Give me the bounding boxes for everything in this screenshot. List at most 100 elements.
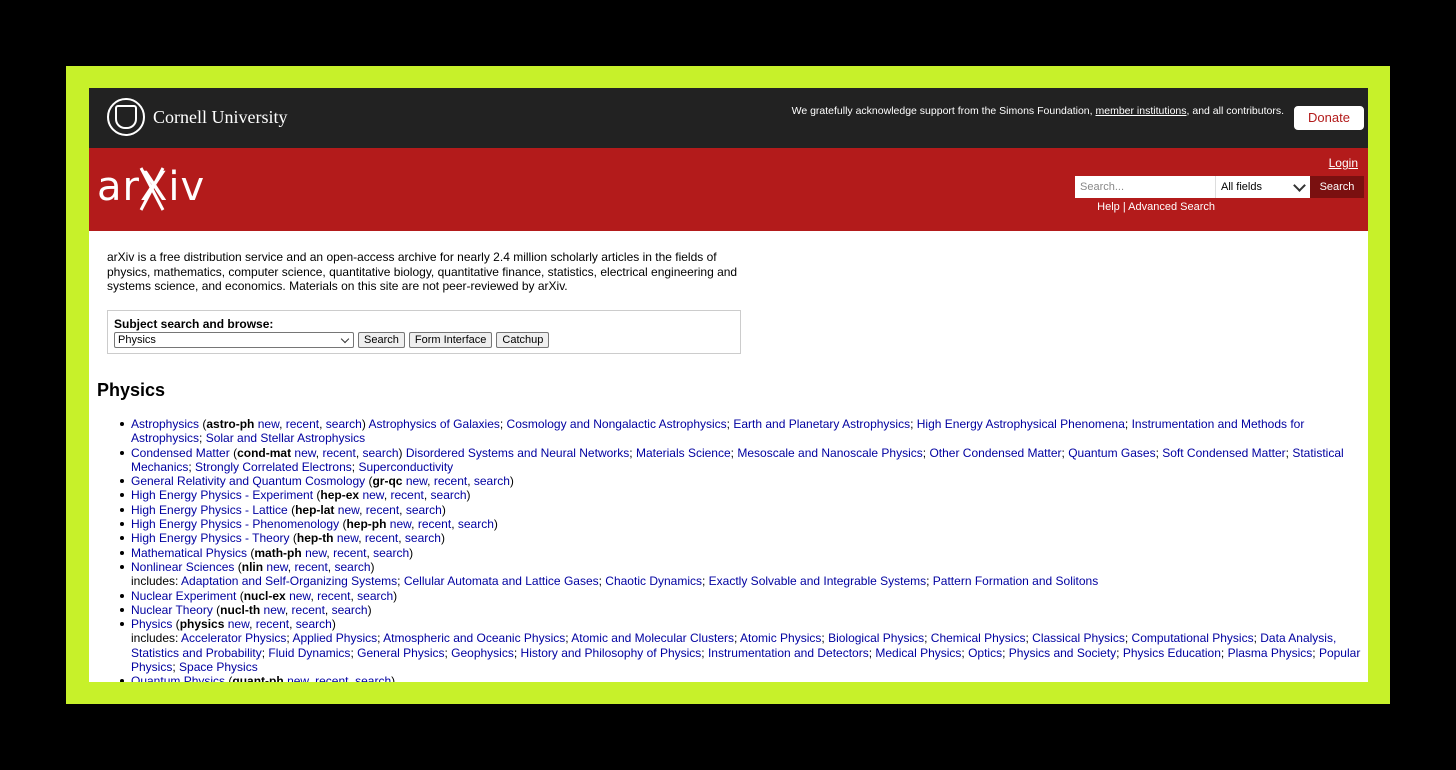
- subcategory-link[interactable]: Cellular Automata and Lattice Gases: [404, 574, 599, 588]
- member-institutions-link[interactable]: member institutions: [1095, 105, 1186, 117]
- subcategory-link[interactable]: Pattern Formation and Solitons: [933, 574, 1098, 588]
- new-link[interactable]: new: [258, 417, 279, 431]
- recent-link[interactable]: recent: [418, 517, 451, 531]
- new-link[interactable]: new: [362, 488, 383, 502]
- subcategory-link[interactable]: Strongly Correlated Electrons: [195, 460, 352, 474]
- recent-link[interactable]: recent: [315, 674, 348, 682]
- subcategory-link[interactable]: Soft Condensed Matter: [1162, 446, 1285, 460]
- search-link[interactable]: search: [334, 560, 370, 574]
- subcategory-link[interactable]: Earth and Planetary Astrophysics: [733, 417, 910, 431]
- subcategory-link[interactable]: Plasma Physics: [1228, 646, 1313, 660]
- subcategory-link[interactable]: Other Condensed Matter: [929, 446, 1061, 460]
- subcategory-link[interactable]: Astrophysics of Galaxies: [368, 417, 499, 431]
- subcategory-link[interactable]: Chaotic Dynamics: [605, 574, 702, 588]
- recent-link[interactable]: recent: [365, 531, 398, 545]
- archive-link[interactable]: Nuclear Experiment: [131, 589, 236, 603]
- help-link[interactable]: Help: [1097, 201, 1120, 213]
- search-button[interactable]: Search: [1310, 176, 1364, 198]
- subcategory-link[interactable]: Quantum Gases: [1068, 446, 1155, 460]
- archive-link[interactable]: High Energy Physics - Theory: [131, 531, 290, 545]
- archive-link[interactable]: Mathematical Physics: [131, 546, 247, 560]
- archive-link[interactable]: Condensed Matter: [131, 446, 230, 460]
- recent-link[interactable]: recent: [292, 603, 325, 617]
- new-link[interactable]: new: [294, 446, 315, 460]
- new-link[interactable]: new: [338, 503, 359, 517]
- login-link[interactable]: Login: [1329, 156, 1358, 170]
- recent-link[interactable]: recent: [256, 617, 289, 631]
- subcategory-link[interactable]: General Physics: [357, 646, 444, 660]
- search-field-select[interactable]: All fields: [1215, 176, 1310, 198]
- subcategory-link[interactable]: Disordered Systems and Neural Networks: [406, 446, 629, 460]
- subcategory-link[interactable]: Physics Education: [1123, 646, 1221, 660]
- form-interface-button[interactable]: Form Interface: [408, 332, 493, 348]
- archive-link[interactable]: High Energy Physics - Phenomenology: [131, 517, 339, 531]
- search-link[interactable]: search: [458, 517, 494, 531]
- subcategory-link[interactable]: Atomic Physics: [740, 631, 821, 645]
- new-link[interactable]: new: [266, 560, 287, 574]
- subcategory-link[interactable]: Atomic and Molecular Clusters: [571, 631, 734, 645]
- new-link[interactable]: new: [305, 546, 326, 560]
- catchup-button[interactable]: Catchup: [496, 332, 550, 348]
- search-link[interactable]: search: [355, 674, 391, 682]
- subcategory-link[interactable]: Optics: [968, 646, 1002, 660]
- new-link[interactable]: new: [228, 617, 249, 631]
- new-link[interactable]: new: [289, 589, 310, 603]
- search-link[interactable]: search: [405, 531, 441, 545]
- search-input[interactable]: Search...: [1075, 176, 1215, 198]
- subcategory-link[interactable]: Biological Physics: [828, 631, 924, 645]
- recent-link[interactable]: recent: [333, 546, 366, 560]
- subcategory-link[interactable]: Physics and Society: [1009, 646, 1116, 660]
- new-link[interactable]: new: [390, 517, 411, 531]
- advanced-search-link[interactable]: Advanced Search: [1128, 201, 1215, 213]
- subcategory-link[interactable]: Space Physics: [179, 660, 258, 674]
- recent-link[interactable]: recent: [434, 474, 467, 488]
- recent-link[interactable]: recent: [366, 503, 399, 517]
- subject-select[interactable]: Physics: [114, 332, 354, 348]
- archive-link[interactable]: Astrophysics: [131, 417, 199, 431]
- search-link[interactable]: search: [406, 503, 442, 517]
- new-link[interactable]: new: [337, 531, 358, 545]
- subcategory-link[interactable]: High Energy Astrophysical Phenomena: [917, 417, 1125, 431]
- archive-link[interactable]: Nuclear Theory: [131, 603, 213, 617]
- recent-link[interactable]: recent: [322, 446, 355, 460]
- new-link[interactable]: new: [287, 674, 308, 682]
- search-link[interactable]: search: [357, 589, 393, 603]
- subcategory-link[interactable]: Mesoscale and Nanoscale Physics: [737, 446, 922, 460]
- archive-link[interactable]: Nonlinear Sciences: [131, 560, 234, 574]
- archive-link[interactable]: Quantum Physics: [131, 674, 225, 682]
- subcategory-link[interactable]: Superconductivity: [358, 460, 453, 474]
- recent-link[interactable]: recent: [294, 560, 327, 574]
- subcategory-link[interactable]: Classical Physics: [1032, 631, 1125, 645]
- search-link[interactable]: search: [296, 617, 332, 631]
- subcategory-link[interactable]: Exactly Solvable and Integrable Systems: [709, 574, 926, 588]
- subcategory-link[interactable]: Chemical Physics: [931, 631, 1026, 645]
- new-link[interactable]: new: [406, 474, 427, 488]
- archive-link[interactable]: High Energy Physics - Lattice: [131, 503, 288, 517]
- subcategory-link[interactable]: Atmospheric and Oceanic Physics: [383, 631, 565, 645]
- subcategory-link[interactable]: Adaptation and Self-Organizing Systems: [181, 574, 397, 588]
- subcategory-link[interactable]: Materials Science: [636, 446, 731, 460]
- subcategory-link[interactable]: Fluid Dynamics: [268, 646, 350, 660]
- recent-link[interactable]: recent: [317, 589, 350, 603]
- archive-link[interactable]: General Relativity and Quantum Cosmology: [131, 474, 365, 488]
- cornell-logo[interactable]: Cornell University: [107, 98, 287, 136]
- subcategory-link[interactable]: Computational Physics: [1132, 631, 1254, 645]
- subcategory-link[interactable]: History and Philosophy of Physics: [521, 646, 702, 660]
- search-link[interactable]: search: [332, 603, 368, 617]
- search-link[interactable]: search: [373, 546, 409, 560]
- new-link[interactable]: new: [264, 603, 285, 617]
- subcategory-link[interactable]: Medical Physics: [875, 646, 961, 660]
- subcategory-link[interactable]: Instrumentation and Detectors: [708, 646, 869, 660]
- search-link[interactable]: search: [474, 474, 510, 488]
- recent-link[interactable]: recent: [286, 417, 319, 431]
- archive-link[interactable]: High Energy Physics - Experiment: [131, 488, 313, 502]
- subcategory-link[interactable]: Solar and Stellar Astrophysics: [206, 431, 365, 445]
- archive-link[interactable]: Physics: [131, 617, 172, 631]
- subcategory-link[interactable]: Geophysics: [451, 646, 514, 660]
- search-link[interactable]: search: [431, 488, 467, 502]
- search-link[interactable]: search: [362, 446, 398, 460]
- search-link[interactable]: search: [326, 417, 362, 431]
- subcategory-link[interactable]: Applied Physics: [292, 631, 377, 645]
- subject-search-button[interactable]: Search: [358, 332, 405, 348]
- subcategory-link[interactable]: Cosmology and Nongalactic Astrophysics: [507, 417, 727, 431]
